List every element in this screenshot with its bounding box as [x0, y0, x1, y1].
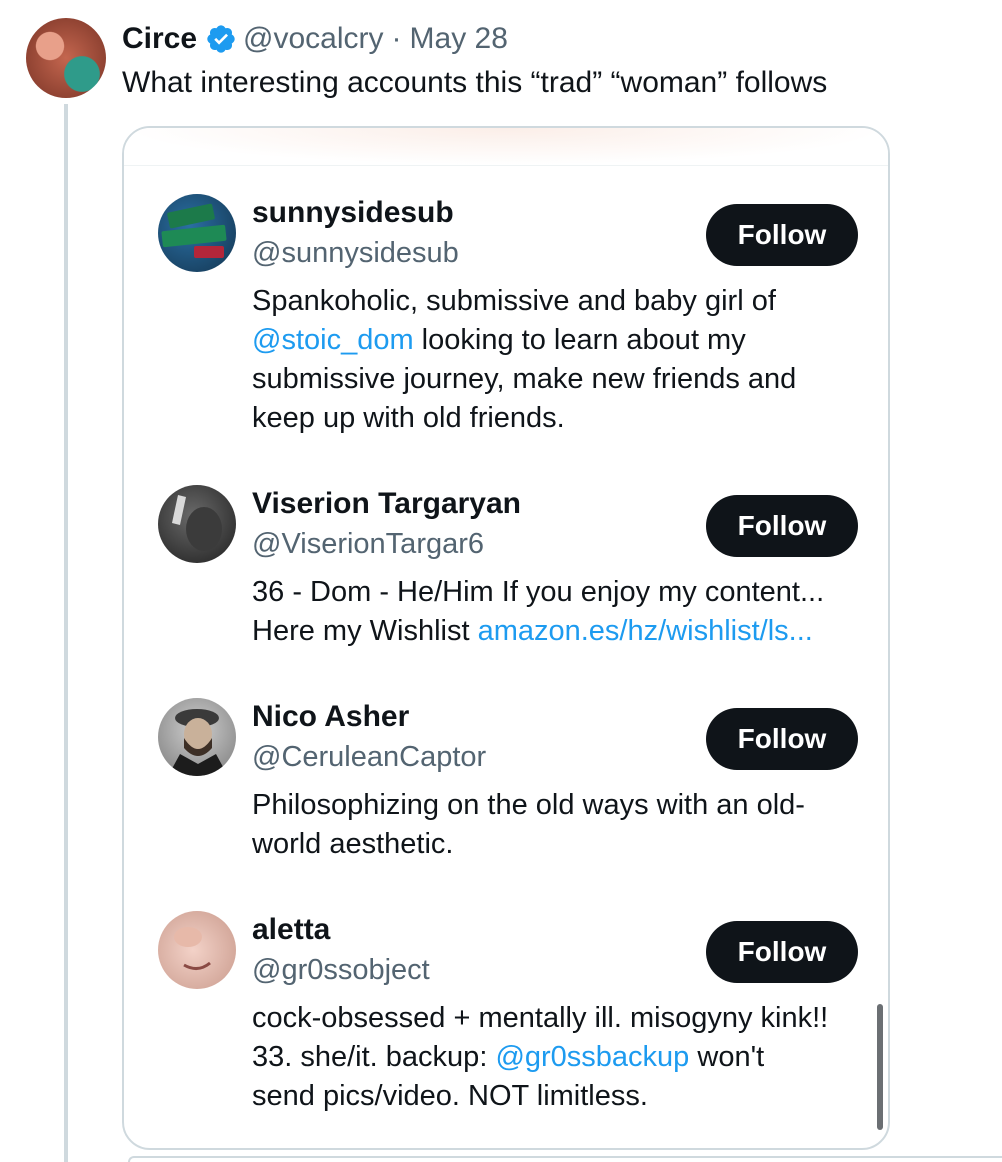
account-bio: Spankoholic, submissive and baby girl of…: [252, 282, 872, 438]
account-handle[interactable]: @CeruleanCaptor: [252, 738, 486, 776]
follow-button[interactable]: Follow: [706, 921, 858, 983]
tweet-header: Circe @vocalcry · May 28: [122, 20, 508, 58]
bio-line: submissive journey, make new friends and: [252, 360, 872, 399]
bio-text: looking to learn about my: [413, 324, 746, 356]
bio-link[interactable]: amazon.es/hz/wishlist/ls...: [478, 615, 813, 647]
follow-suggestions-card: sunnysidesub @sunnysidesub Follow Spanko…: [122, 126, 890, 1150]
bio-text: 36 - Dom - He/Him If you enjoy my conten…: [252, 576, 825, 608]
follow-button[interactable]: Follow: [706, 708, 858, 770]
account-avatar[interactable]: [158, 194, 236, 272]
bio-link[interactable]: @stoic_dom: [252, 324, 414, 356]
bio-line: @stoic_dom looking to learn about my: [252, 321, 872, 360]
separator-dot: ·: [391, 22, 402, 55]
account-name[interactable]: aletta: [252, 911, 330, 949]
bio-text: keep up with old friends.: [252, 402, 565, 434]
next-card-edge: [128, 1156, 1002, 1162]
account-name[interactable]: Viserion Targaryan: [252, 485, 521, 523]
bio-line: 33. she/it. backup: @gr0ssbackup won't: [252, 1038, 872, 1077]
bio-line: Philosophizing on the old ways with an o…: [252, 786, 872, 825]
bio-text: send pics/video. NOT limitless.: [252, 1080, 648, 1112]
bio-text: 33. she/it. backup:: [252, 1041, 496, 1073]
bio-line: keep up with old friends.: [252, 399, 872, 438]
verified-badge-icon: [205, 23, 237, 55]
thread-line: [64, 104, 68, 1162]
bio-text: Spankoholic, submissive and baby girl of: [252, 285, 776, 317]
author-avatar[interactable]: [26, 18, 106, 98]
bio-line: world aesthetic.: [252, 825, 872, 864]
bio-text: submissive journey, make new friends and: [252, 363, 797, 395]
account-name[interactable]: Nico Asher: [252, 698, 409, 736]
tweet-date[interactable]: May 28: [410, 20, 508, 58]
bio-text: cock-obsessed + mentally ill. misogyny k…: [252, 1002, 829, 1034]
bio-text: Here my Wishlist: [252, 615, 478, 647]
bio-line: Spankoholic, submissive and baby girl of: [252, 282, 872, 321]
bio-link[interactable]: @gr0ssbackup: [495, 1041, 689, 1073]
bio-line: Here my Wishlist amazon.es/hz/wishlist/l…: [252, 612, 872, 651]
follow-button[interactable]: Follow: [706, 495, 858, 557]
account-handle[interactable]: @gr0ssobject: [252, 951, 430, 989]
bio-text: Philosophizing on the old ways with an o…: [252, 789, 805, 821]
bio-line: cock-obsessed + mentally ill. misogyny k…: [252, 999, 872, 1038]
scrollbar[interactable]: [877, 1004, 883, 1130]
card-top-strip: [124, 128, 888, 166]
author-handle[interactable]: @vocalcry: [243, 20, 383, 58]
account-avatar[interactable]: [158, 485, 236, 563]
account-handle[interactable]: @sunnysidesub: [252, 234, 459, 272]
bio-line: send pics/video. NOT limitless.: [252, 1077, 872, 1116]
account-bio: 36 - Dom - He/Him If you enjoy my conten…: [252, 573, 872, 651]
account-name[interactable]: sunnysidesub: [252, 194, 454, 232]
account-bio: cock-obsessed + mentally ill. misogyny k…: [252, 999, 872, 1116]
account-bio: Philosophizing on the old ways with an o…: [252, 786, 872, 864]
account-handle[interactable]: @ViserionTargar6: [252, 525, 484, 563]
bio-line: 36 - Dom - He/Him If you enjoy my conten…: [252, 573, 872, 612]
account-avatar[interactable]: [158, 698, 236, 776]
author-name[interactable]: Circe: [122, 20, 197, 58]
account-avatar[interactable]: [158, 911, 236, 989]
bio-text: won't: [689, 1041, 765, 1073]
follow-button[interactable]: Follow: [706, 204, 858, 266]
tweet-text: What interesting accounts this “trad” “w…: [122, 66, 828, 99]
bio-text: world aesthetic.: [252, 828, 454, 860]
